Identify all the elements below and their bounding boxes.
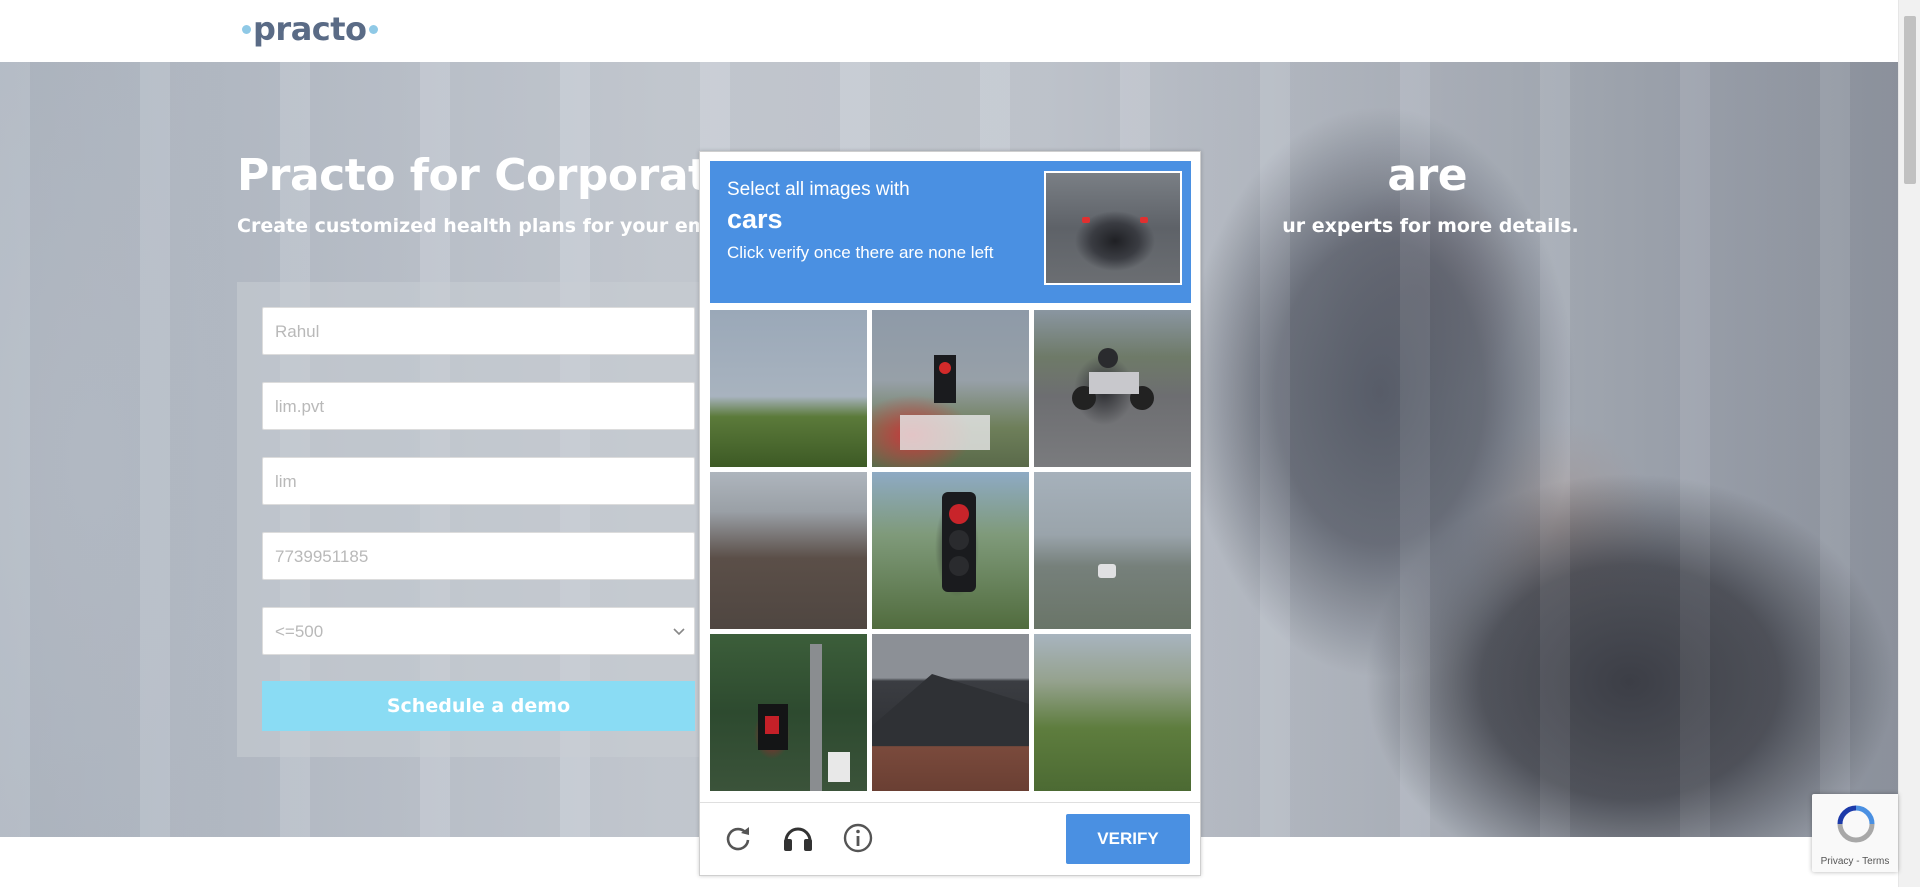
captcha-tile-1[interactable] [710,310,867,467]
captcha-instructions: Select all images with cars Click verify… [710,161,1191,303]
captcha-tile-5[interactable] [872,472,1029,629]
organization-field[interactable]: lim.pvt [262,382,695,430]
traffic-light-icon [900,355,990,450]
car-taillight-icon [1082,217,1090,223]
practo-logo[interactable]: practo [240,10,380,48]
logo-text: practo [253,10,367,48]
recaptcha-logo-icon [1834,802,1878,851]
captcha-tile-4[interactable] [710,472,867,629]
captcha-tile-7[interactable] [710,634,867,791]
captcha-tile-6[interactable] [1034,472,1191,629]
captcha-image-grid [710,310,1191,791]
captcha-prompt: Select all images with [727,179,910,200]
refresh-icon[interactable] [720,820,756,856]
pedestrian-light-icon [758,644,850,791]
phone-field[interactable]: 7739951185 [262,532,695,580]
headphones-icon[interactable] [780,820,816,856]
logo-dot-left [242,24,251,34]
traffic-light-icon [942,492,976,592]
captcha-tile-2[interactable] [872,310,1029,467]
hero-title-end: are [1387,150,1468,201]
scrollbar-thumb[interactable] [1904,16,1916,184]
captcha-divider [700,802,1200,803]
schedule-demo-button[interactable]: Schedule a demo [262,681,695,731]
captcha-sample-image [1044,171,1182,285]
captcha-challenge: Select all images with cars Click verify… [699,151,1201,876]
company-size-value: <=500 [275,622,324,641]
email-field[interactable]: lim [262,457,695,505]
recaptcha-badge[interactable]: Privacy - Terms [1812,794,1898,872]
captcha-tile-8[interactable] [872,634,1029,791]
logo-dot-right [368,24,378,34]
house-icon [872,674,1029,746]
captcha-hint: Click verify once there are none left [727,243,994,262]
hero-subtitle-end: ur experts for more details. [1282,215,1579,237]
demo-form: Rahul lim.pvt lim 7739951185 <=500 Sched… [237,282,717,757]
car-icon [1098,564,1116,578]
captcha-tile-3[interactable] [1034,310,1191,467]
info-icon[interactable] [840,820,876,856]
recaptcha-links[interactable]: Privacy - Terms [1812,856,1898,867]
motorcycle-icon [1072,348,1154,410]
company-size-select[interactable]: <=500 [262,607,695,655]
page-scrollbar[interactable] [1898,0,1920,887]
verify-button[interactable]: VERIFY [1066,814,1190,864]
site-header: practo [0,0,1898,63]
car-taillight-icon [1140,217,1148,223]
captcha-tile-9[interactable] [1034,634,1191,791]
name-field[interactable]: Rahul [262,307,695,355]
captcha-target: cars [727,204,783,234]
chevron-down-icon [672,608,686,676]
